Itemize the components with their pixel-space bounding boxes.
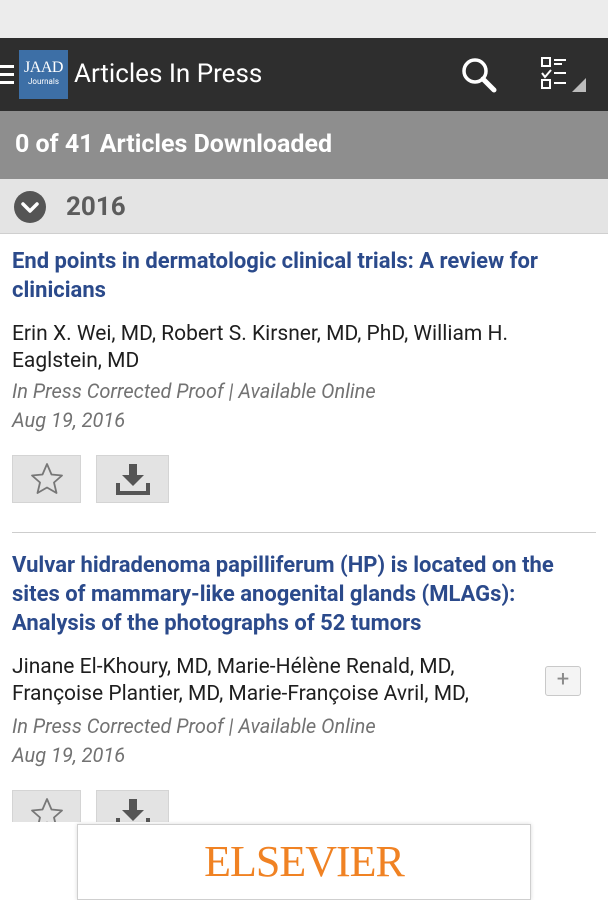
article-card: End points in dermatologic clinical tria… — [0, 233, 608, 533]
year-group-header[interactable]: 2016 — [0, 179, 608, 234]
search-icon — [462, 58, 497, 93]
page-title: Articles In Press — [74, 59, 263, 89]
article-status: In Press Corrected Proof | Available Onl… — [12, 379, 376, 403]
publisher-logo: ELSEVIER — [204, 837, 405, 886]
favorite-button[interactable] — [12, 455, 81, 503]
download-icon — [115, 464, 150, 495]
article-date: Aug 19, 2016 — [12, 408, 126, 432]
journal-logo[interactable]: JAAD Journals — [19, 50, 68, 99]
publisher-banner[interactable]: ELSEVIER — [77, 824, 531, 900]
view-toggle-button[interactable] — [536, 52, 592, 98]
download-count-text: 0 of 41 Articles Downloaded — [15, 130, 333, 159]
download-button[interactable] — [96, 455, 169, 503]
year-label: 2016 — [66, 192, 126, 222]
logo-text: JAAD — [24, 59, 63, 76]
star-icon — [30, 463, 63, 494]
divider — [12, 532, 596, 533]
expand-authors-button[interactable]: + — [545, 666, 581, 696]
chevron-down-icon[interactable] — [14, 191, 46, 223]
article-date: Aug 19, 2016 — [12, 743, 126, 767]
list-view-icon — [541, 57, 586, 92]
logo-subtext: Journals — [28, 77, 59, 86]
article-authors: Erin X. Wei, MD, Robert S. Kirsner, MD, … — [12, 322, 509, 373]
article-card: Vulvar hidradenoma papilliferum (HP) is … — [0, 537, 608, 838]
status-bar — [0, 0, 608, 38]
download-status-banner: 0 of 41 Articles Downloaded — [0, 111, 608, 179]
article-status: In Press Corrected Proof | Available Onl… — [12, 714, 376, 738]
app-bar: JAAD Journals Articles In Press — [0, 38, 608, 111]
article-title[interactable]: Vulvar hidradenoma papilliferum (HP) is … — [12, 551, 596, 638]
article-title[interactable]: End points in dermatologic clinical tria… — [12, 247, 596, 305]
article-authors: Jinane El-Khoury, MD, Marie-Hélène Renal… — [12, 655, 469, 706]
menu-icon[interactable] — [0, 65, 14, 85]
search-button[interactable] — [456, 52, 502, 98]
